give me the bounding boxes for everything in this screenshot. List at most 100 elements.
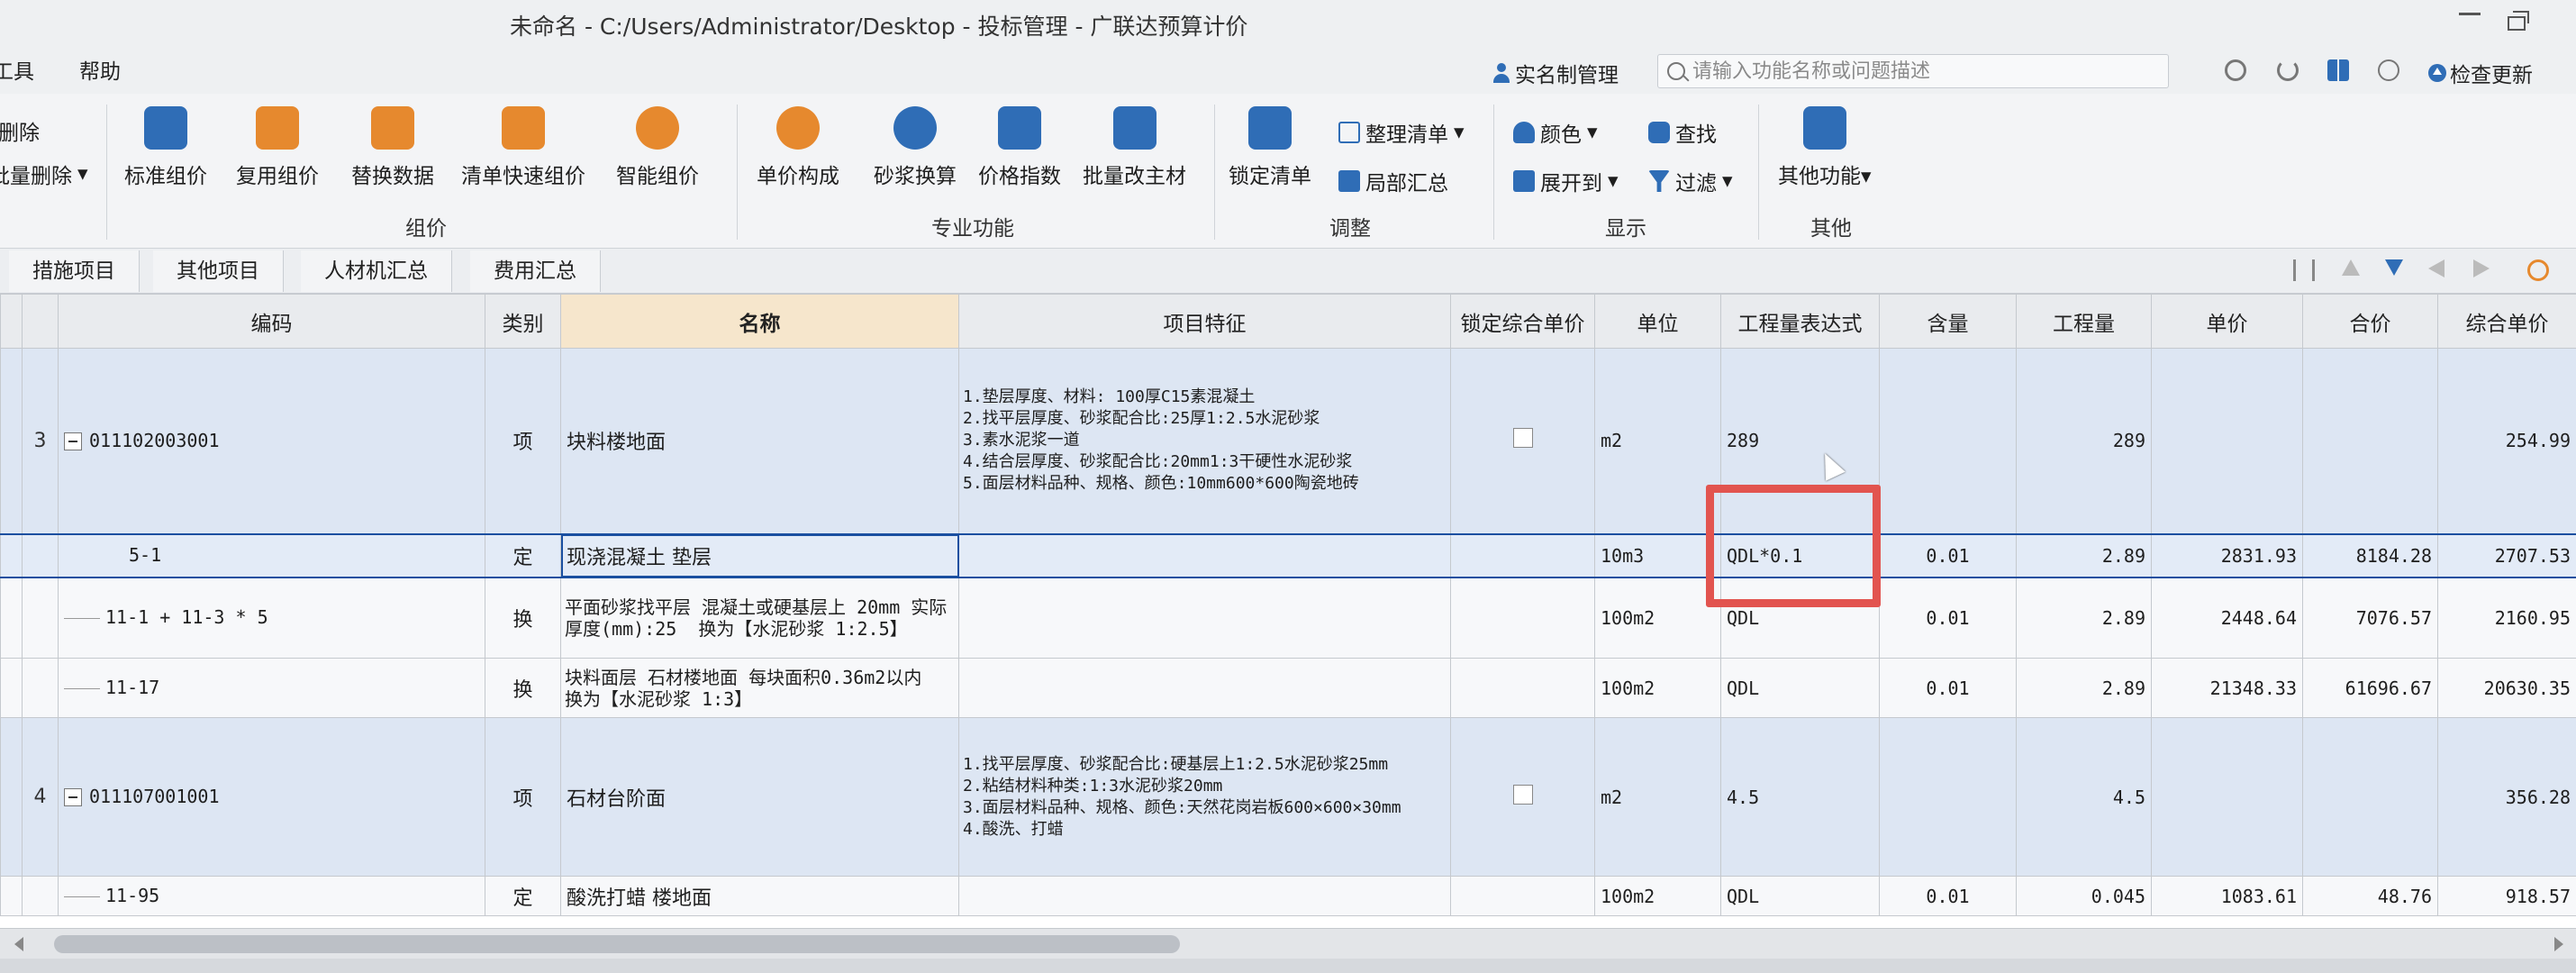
table-row[interactable]: 5-1 定 现浇混凝土 垫层 10m3 QDL*0.1 0.01 2.89 28… — [0, 532, 2576, 578]
search-input[interactable] — [1692, 59, 2161, 83]
smart-pricing-button[interactable]: 智能组价 — [616, 106, 699, 189]
partial-summary-button[interactable]: 局部汇总 — [1338, 166, 1448, 196]
replace-data-button[interactable]: 替换数据 — [351, 106, 434, 189]
realname-button[interactable]: 实名制管理 — [1493, 58, 1619, 88]
total-cell[interactable]: 7076.57 — [2302, 577, 2438, 659]
minimize-icon[interactable] — [2459, 13, 2481, 15]
tab-other-items[interactable]: 其他项目 — [153, 250, 284, 292]
lock-price-cell[interactable] — [1450, 876, 1595, 916]
feature-cell[interactable]: 1.垫层厚度、材料: 100厚C15素混凝土 2.找平层厚度、砂浆配合比:25厚… — [958, 348, 1451, 534]
expand-to-button[interactable]: 展开到 ▾ — [1513, 166, 1619, 196]
type-cell[interactable]: 项 — [485, 717, 561, 877]
unit-cell[interactable]: m2 — [1594, 717, 1721, 877]
code-cell[interactable]: 011102003001 — [58, 348, 485, 534]
header-comp-price[interactable]: 综合单价 — [2437, 294, 2576, 349]
type-cell[interactable]: 定 — [485, 532, 561, 578]
apps-icon[interactable] — [2327, 59, 2349, 81]
feature-cell[interactable] — [958, 658, 1451, 718]
name-cell[interactable]: 现浇混凝土 垫层 — [560, 532, 959, 578]
lock-price-cell[interactable] — [1450, 348, 1595, 534]
lock-price-checkbox[interactable] — [1512, 428, 1533, 449]
menu-help[interactable]: 帮助 — [79, 54, 121, 85]
tab-labor-material[interactable]: 人材机汇总 — [301, 250, 452, 292]
header-content[interactable]: 含量 — [1879, 294, 2017, 349]
unit-cell[interactable]: 100m2 — [1594, 577, 1721, 659]
find-button[interactable]: 查找 — [1648, 117, 1717, 148]
header-code[interactable]: 编码 — [58, 294, 485, 349]
lock-price-checkbox[interactable] — [1512, 784, 1533, 805]
comp-price-cell[interactable]: 2160.95 — [2437, 577, 2576, 659]
type-cell[interactable]: 换 — [485, 658, 561, 718]
unit-price-cell[interactable] — [2151, 717, 2303, 877]
batch-change-material-button[interactable]: 批量改主材 — [1083, 106, 1186, 189]
code-cell[interactable]: 11-95 — [58, 876, 485, 916]
feature-cell[interactable] — [958, 577, 1451, 659]
unit-cell[interactable]: 100m2 — [1594, 658, 1721, 718]
code-cell[interactable]: 11-1 + 11-3 * 5 — [58, 577, 485, 659]
table-row[interactable]: 11-17 换 块料面层 石材楼地面 每块面积0.36m2以内 换为【水泥砂浆 … — [0, 658, 2576, 718]
horizontal-scrollbar[interactable] — [0, 928, 2576, 959]
move-up-icon[interactable] — [2342, 259, 2360, 276]
name-cell[interactable]: 块料楼地面 — [560, 348, 959, 534]
table-row[interactable]: 3 011102003001 项 块料楼地面 1.垫层厚度、材料: 100厚C1… — [0, 348, 2576, 534]
headset-icon[interactable] — [2225, 59, 2246, 81]
type-cell[interactable]: 定 — [485, 876, 561, 916]
total-cell[interactable]: 61696.67 — [2302, 658, 2438, 718]
scrollbar-thumb[interactable] — [54, 935, 1180, 953]
table-row[interactable]: 11-1 + 11-3 * 5 换 平面砂浆找平层 混凝土或硬基层上 20mm … — [0, 577, 2576, 659]
comp-price-cell[interactable]: 20630.35 — [2437, 658, 2576, 718]
column-adjust-icon[interactable] — [2293, 259, 2315, 281]
restore-icon[interactable] — [2508, 11, 2529, 31]
header-feature[interactable]: 项目特征 — [958, 294, 1451, 349]
comp-price-cell[interactable]: 2707.53 — [2437, 532, 2576, 578]
quantity-cell[interactable]: 2.89 — [2016, 532, 2152, 578]
color-button[interactable]: 颜色 ▾ — [1513, 117, 1598, 148]
total-cell[interactable] — [2302, 348, 2438, 534]
content-cell[interactable]: 0.01 — [1879, 876, 2017, 916]
settings-icon[interactable] — [2527, 259, 2549, 281]
price-index-button[interactable]: 价格指数 — [978, 106, 1061, 189]
quick-list-pricing-button[interactable]: 清单快速组价 — [461, 106, 585, 189]
table-row[interactable]: 11-95 定 酸洗打蜡 楼地面 100m2 QDL 0.01 0.045 10… — [0, 876, 2576, 916]
lock-list-button[interactable]: 锁定清单 — [1229, 106, 1311, 189]
content-cell[interactable]: 0.01 — [1879, 577, 2017, 659]
quantity-cell[interactable]: 289 — [2016, 348, 2152, 534]
unit-cell[interactable]: m2 — [1594, 348, 1721, 534]
name-cell[interactable]: 石材台阶面 — [560, 717, 959, 877]
name-cell[interactable]: 平面砂浆找平层 混凝土或硬基层上 20mm 实际厚度(mm):25 换为【水泥砂… — [560, 577, 959, 659]
content-cell[interactable]: 0.01 — [1879, 532, 2017, 578]
filter-button[interactable]: 过滤 ▾ — [1648, 166, 1733, 196]
unit-price-cell[interactable] — [2151, 348, 2303, 534]
content-cell[interactable]: 0.01 — [1879, 658, 2017, 718]
lock-price-cell[interactable] — [1450, 658, 1595, 718]
tab-measures[interactable]: 措施项目 — [9, 250, 140, 292]
content-cell[interactable] — [1879, 717, 2017, 877]
check-update-button[interactable]: 检查更新 — [2428, 58, 2533, 88]
expression-cell[interactable]: QDL — [1720, 658, 1880, 718]
scroll-left-icon[interactable] — [14, 937, 23, 951]
delete-button[interactable]: 删除 — [0, 115, 40, 146]
name-cell[interactable]: 酸洗打蜡 楼地面 — [560, 876, 959, 916]
quantity-cell[interactable]: 4.5 — [2016, 717, 2152, 877]
header-total[interactable]: 合价 — [2302, 294, 2438, 349]
unit-price-cell[interactable]: 21348.33 — [2151, 658, 2303, 718]
lock-price-cell[interactable] — [1450, 532, 1595, 578]
header-unit[interactable]: 单位 — [1594, 294, 1721, 349]
table-row[interactable]: 4 011107001001 项 石材台阶面 1.找平层厚度、砂浆配合比:硬基层… — [0, 717, 2576, 877]
scroll-right-icon[interactable] — [2554, 937, 2563, 951]
quantity-cell[interactable]: 0.045 — [2016, 876, 2152, 916]
standard-pricing-button[interactable]: 标准组价 — [124, 106, 207, 189]
unit-price-cell[interactable]: 2448.64 — [2151, 577, 2303, 659]
quantity-cell[interactable]: 2.89 — [2016, 577, 2152, 659]
header-expression[interactable]: 工程量表达式 — [1720, 294, 1880, 349]
header-name[interactable]: 名称 — [560, 294, 959, 349]
header-unit-price[interactable]: 单价 — [2151, 294, 2303, 349]
header-lock-price[interactable]: 锁定综合单价 — [1450, 294, 1595, 349]
move-left-icon[interactable] — [2428, 259, 2444, 277]
menu-tools[interactable]: 工具 — [0, 54, 34, 85]
refresh-icon[interactable] — [2277, 59, 2299, 81]
collapse-icon[interactable] — [64, 788, 82, 806]
feature-cell[interactable] — [958, 876, 1451, 916]
type-cell[interactable]: 换 — [485, 577, 561, 659]
total-cell[interactable]: 8184.28 — [2302, 532, 2438, 578]
